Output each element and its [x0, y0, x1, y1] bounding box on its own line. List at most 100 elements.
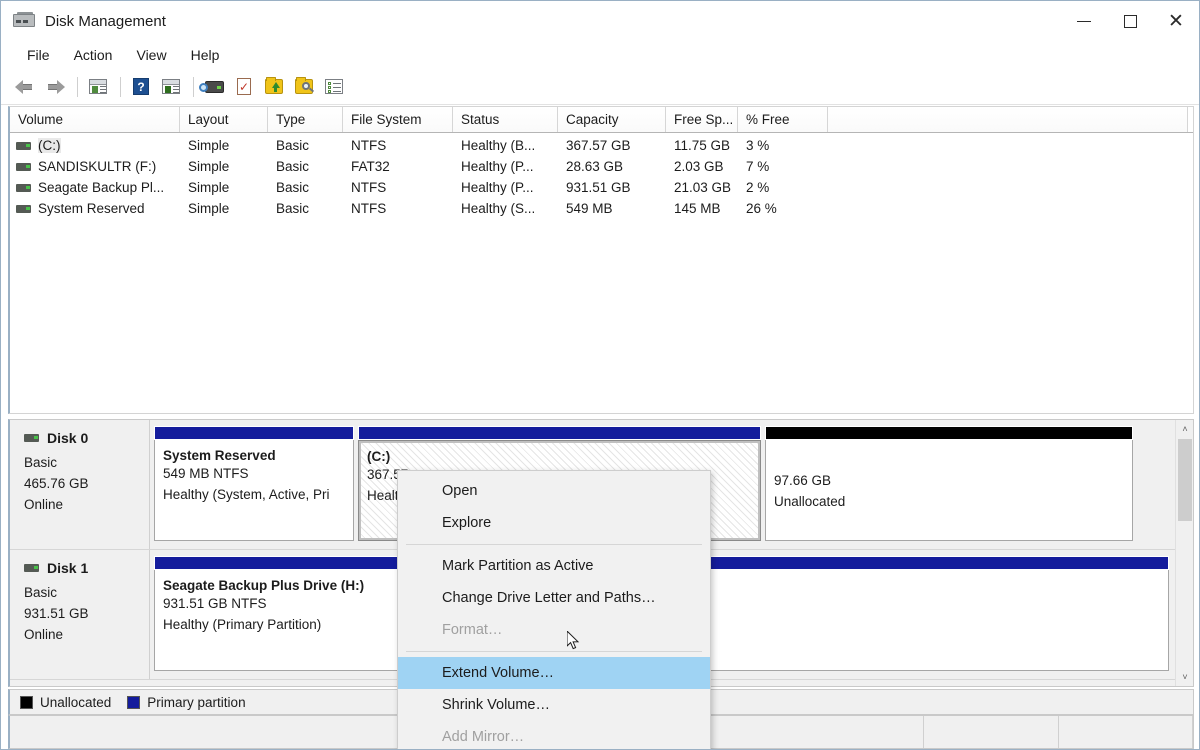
- graph-pane-scrollbar[interactable]: ˄ ˅: [1175, 420, 1193, 686]
- disk-name-label: Disk 0: [47, 430, 88, 446]
- maximize-button[interactable]: [1107, 1, 1153, 41]
- volume-drive-icon: [16, 205, 31, 213]
- cell-capacity: 549 MB: [558, 201, 666, 216]
- partition-bar: [154, 426, 354, 440]
- menu-view[interactable]: View: [124, 43, 178, 67]
- cell-free-space: 145 MB: [666, 201, 738, 216]
- cell-free-space: 2.03 GB: [666, 159, 738, 174]
- partition-status: Healthy (System, Active, Pri: [163, 484, 353, 505]
- menu-file[interactable]: File: [15, 43, 62, 67]
- cell-volume-label: Seagate Backup Pl...: [38, 180, 164, 195]
- cell-capacity: 931.51 GB: [558, 180, 666, 195]
- find-icon[interactable]: [290, 74, 318, 100]
- window-controls: ✕: [1061, 1, 1199, 41]
- disk-type-label: Basic: [24, 582, 149, 603]
- cell-volume-label: (C:): [38, 138, 61, 153]
- table-row[interactable]: (C:) Simple Basic NTFS Healthy (B... 367…: [10, 135, 1193, 156]
- legend-swatch-unallocated: [20, 696, 33, 709]
- legend-item-unallocated: Unallocated: [20, 695, 111, 710]
- volume-list-rows: (C:) Simple Basic NTFS Healthy (B... 367…: [10, 133, 1193, 219]
- volume-list-panel: Volume Layout Type File System Status Ca…: [8, 106, 1194, 414]
- disk-size-label: 465.76 GB: [24, 473, 149, 494]
- context-menu-item-change-drive-letter-and-paths[interactable]: Change Drive Letter and Paths…: [398, 582, 710, 614]
- scroll-down-button[interactable]: ˅: [1176, 668, 1194, 686]
- cell-volume-label: System Reserved: [38, 201, 145, 216]
- cell-percent-free: 7 %: [738, 159, 828, 174]
- disk-management-window: Disk Management ✕ File Action View Help …: [0, 0, 1200, 750]
- disk-title-0: Disk 0: [24, 430, 149, 446]
- column-header-status[interactable]: Status: [453, 107, 558, 132]
- statusbar-panel-4: [1059, 716, 1193, 748]
- legend-label-unallocated: Unallocated: [40, 695, 111, 710]
- show-console-tree-icon[interactable]: [157, 74, 185, 100]
- show-action-pane-icon[interactable]: [320, 74, 348, 100]
- column-header-percent-free[interactable]: % Free: [738, 107, 828, 132]
- cell-file-system: NTFS: [343, 138, 453, 153]
- disk-icon: [24, 564, 39, 572]
- menu-action[interactable]: Action: [62, 43, 125, 67]
- partition-unallocated[interactable]: 97.66 GB Unallocated: [765, 426, 1133, 541]
- toolbar-separator: [120, 77, 121, 97]
- cell-volume: System Reserved: [10, 201, 180, 216]
- partition-size-fs: 97.66 GB: [774, 470, 1132, 491]
- cell-type: Basic: [268, 138, 343, 153]
- cell-status: Healthy (B...: [453, 138, 558, 153]
- forward-icon[interactable]: [41, 74, 69, 100]
- context-menu-item-shrink-volume[interactable]: Shrink Volume…: [398, 689, 710, 721]
- window-title: Disk Management: [45, 13, 166, 30]
- column-header-type[interactable]: Type: [268, 107, 343, 132]
- cell-volume: Seagate Backup Pl...: [10, 180, 180, 195]
- back-icon[interactable]: [11, 74, 39, 100]
- context-menu-item-open[interactable]: Open: [398, 475, 710, 507]
- disk-name-label: Disk 1: [47, 560, 88, 576]
- cell-file-system: NTFS: [343, 180, 453, 195]
- partition-title: System Reserved: [163, 448, 353, 463]
- disk-type-label: Basic: [24, 452, 149, 473]
- disk-info-1[interactable]: Disk 1 Basic 931.51 GB Online: [10, 550, 150, 679]
- table-row[interactable]: Seagate Backup Pl... Simple Basic NTFS H…: [10, 177, 1193, 198]
- legend-item-primary-partition: Primary partition: [127, 695, 245, 710]
- cell-status: Healthy (S...: [453, 201, 558, 216]
- column-header-volume[interactable]: Volume: [10, 107, 180, 132]
- legend-swatch-primary: [127, 696, 140, 709]
- rescan-disks-icon[interactable]: [200, 74, 228, 100]
- volume-list-header: Volume Layout Type File System Status Ca…: [10, 107, 1193, 133]
- help-icon[interactable]: ?: [127, 74, 155, 100]
- table-row[interactable]: System Reserved Simple Basic NTFS Health…: [10, 198, 1193, 219]
- context-menu-item-explore[interactable]: Explore: [398, 507, 710, 539]
- volume-drive-icon: [16, 184, 31, 192]
- table-row[interactable]: SANDISKULTR (F:) Simple Basic FAT32 Heal…: [10, 156, 1193, 177]
- toolbar: ?: [1, 69, 1199, 105]
- column-header-filler[interactable]: [828, 107, 1188, 132]
- column-header-capacity[interactable]: Capacity: [558, 107, 666, 132]
- context-menu-item-mark-partition-as-active[interactable]: Mark Partition as Active: [398, 550, 710, 582]
- context-menu-separator: [406, 544, 702, 545]
- partition-body: 97.66 GB Unallocated: [765, 440, 1133, 541]
- minimize-button[interactable]: [1061, 1, 1107, 41]
- disk-title-1: Disk 1: [24, 560, 149, 576]
- cell-layout: Simple: [180, 138, 268, 153]
- properties-icon[interactable]: [230, 74, 258, 100]
- cell-capacity: 367.57 GB: [558, 138, 666, 153]
- cell-file-system: NTFS: [343, 201, 453, 216]
- export-list-icon[interactable]: [260, 74, 288, 100]
- cell-volume: (C:): [10, 138, 180, 153]
- scroll-up-button[interactable]: ˄: [1176, 420, 1194, 438]
- disk-icon: [24, 434, 39, 442]
- menubar: File Action View Help: [1, 41, 1199, 69]
- scrollbar-thumb[interactable]: [1178, 439, 1192, 521]
- close-button[interactable]: ✕: [1153, 1, 1199, 41]
- cell-status: Healthy (P...: [453, 159, 558, 174]
- disk-info-0[interactable]: Disk 0 Basic 465.76 GB Online: [10, 420, 150, 549]
- column-header-free-space[interactable]: Free Sp...: [666, 107, 738, 132]
- context-menu-item-extend-volume[interactable]: Extend Volume…: [398, 657, 710, 689]
- up-one-level-icon[interactable]: [84, 74, 112, 100]
- partition-bar: [765, 426, 1133, 440]
- cell-layout: Simple: [180, 180, 268, 195]
- column-header-file-system[interactable]: File System: [343, 107, 453, 132]
- cell-free-space: 21.03 GB: [666, 180, 738, 195]
- menu-help[interactable]: Help: [179, 43, 232, 67]
- partition-body: System Reserved 549 MB NTFS Healthy (Sys…: [154, 440, 354, 541]
- column-header-layout[interactable]: Layout: [180, 107, 268, 132]
- partition-system-reserved[interactable]: System Reserved 549 MB NTFS Healthy (Sys…: [154, 426, 354, 541]
